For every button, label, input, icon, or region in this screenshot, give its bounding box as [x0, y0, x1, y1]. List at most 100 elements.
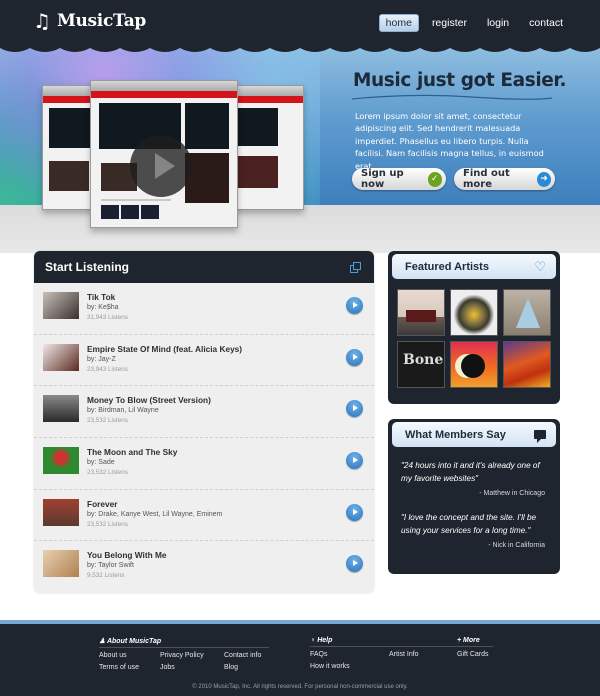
track-row[interactable]: Money To Blow (Street Version) by: Birdma…: [34, 386, 374, 439]
panel-header: Featured Artists ♡: [392, 254, 556, 279]
main-nav: home register login contact: [378, 14, 570, 32]
album-cover[interactable]: [397, 289, 445, 336]
testimonial-quote: "I love the concept and the site. I'll b…: [401, 513, 537, 535]
panel-title: Start Listening: [45, 260, 130, 274]
site-header: ♫ MusicTap home register login contact: [0, 0, 600, 50]
track-artist: by: Taylor Swift: [87, 562, 134, 570]
footer-link-faqs[interactable]: FAQs: [310, 650, 389, 659]
album-cover[interactable]: [450, 341, 498, 388]
hero-screenshots[interactable]: [42, 80, 304, 230]
music-note-icon: ♫: [33, 9, 51, 33]
play-icon[interactable]: [346, 503, 363, 521]
play-icon[interactable]: [346, 400, 363, 418]
copyright: © 2010 MusicTap, Inc. All rights reserve…: [192, 684, 408, 690]
track-listens: 31,943 Listens: [87, 314, 128, 321]
footer-link-contact[interactable]: Contact info: [224, 651, 269, 660]
artist-thumbnail: [43, 498, 79, 526]
footer-link-terms[interactable]: Terms of use: [99, 663, 160, 672]
track-title[interactable]: Tik Tok: [87, 292, 128, 303]
album-cover[interactable]: [450, 289, 498, 336]
logo-text: MusicTap: [56, 11, 147, 31]
popout-window-icon[interactable]: [350, 262, 361, 273]
track-row[interactable]: Forever by: Drake, Kanye West, Lil Wayne,…: [34, 490, 374, 542]
track-info: Empire State Of Mind (feat. Alicia Keys)…: [87, 344, 242, 375]
artist-thumbnail: [43, 447, 79, 475]
panel-header: Start Listening: [34, 251, 374, 283]
hero-description: Lorem ipsum dolor sit amet, consectetur …: [355, 111, 544, 171]
artist-thumbnail: [43, 550, 79, 578]
play-icon[interactable]: [346, 297, 363, 314]
hero-title: Music just got Easier.: [353, 70, 567, 91]
footer-link-blog[interactable]: Blog: [224, 663, 269, 672]
testimonial-author: - Nick in California: [488, 542, 545, 549]
track-title[interactable]: Money To Blow (Street Version): [87, 395, 211, 406]
nav-contact[interactable]: contact: [522, 14, 570, 32]
footer-link-jobs[interactable]: Jobs: [160, 663, 224, 672]
track-info: You Belong With Me by: Taylor Swift 9,532 …: [87, 550, 167, 581]
track-title[interactable]: Empire State Of Mind (feat. Alicia Keys): [87, 344, 242, 355]
album-cover[interactable]: [503, 289, 551, 336]
footer-help-column: ♀ Help FAQs Artist Info How it works: [310, 637, 458, 671]
track-artist: by: Birdman, Lil Wayne: [87, 407, 159, 415]
testimonials-panel: What Members Say "24 hours into it and i…: [388, 419, 560, 574]
featured-artists-panel: Featured Artists ♡: [388, 251, 560, 404]
track-listens: 23,532 Listens: [87, 469, 128, 477]
footer-link-gift-cards[interactable]: Gift Cards: [457, 650, 493, 659]
panel-title: Featured Artists: [405, 260, 489, 273]
track-title[interactable]: You Belong With Me: [87, 550, 167, 561]
heart-icon[interactable]: ♡: [534, 260, 546, 273]
track-title[interactable]: The Moon and The Sky: [87, 447, 177, 458]
wave-divider: [0, 44, 600, 52]
track-title[interactable]: Forever: [87, 499, 222, 510]
testimonial-quote: "24 hours into it and it's already one o…: [401, 461, 540, 483]
track-listens: 23,532 Listens: [87, 520, 128, 528]
track-row[interactable]: Empire State Of Mind (feat. Alicia Keys)…: [34, 335, 374, 387]
play-icon[interactable]: [346, 348, 363, 366]
album-cover[interactable]: [397, 341, 445, 388]
nav-register[interactable]: register: [425, 14, 474, 32]
track-listens: 23,943 Listens: [87, 365, 128, 373]
play-icon[interactable]: [346, 555, 363, 573]
check-icon: ✓: [427, 171, 442, 187]
artist-thumbnail: [43, 395, 79, 423]
artist-thumbnail: [43, 292, 79, 319]
track-row[interactable]: Tik Tok by: Ke$ha 31,943 Listens: [34, 283, 374, 335]
track-listens: 23,532 Listens: [87, 417, 128, 425]
panel-title: What Members Say: [405, 428, 506, 441]
sign-up-label: Sign up now: [361, 168, 404, 190]
footer-link-about-us[interactable]: About us: [99, 651, 160, 660]
track-info: Tik Tok by: Ke$ha 31,943 Listens: [87, 292, 128, 323]
sign-up-button[interactable]: Sign up now ✓: [352, 168, 446, 190]
play-icon[interactable]: [346, 452, 363, 470]
testimonial-author: - Matthew in Chicago: [479, 490, 545, 497]
album-grid: [397, 289, 551, 388]
album-cover[interactable]: [503, 341, 551, 388]
track-list: Tik Tok by: Ke$ha 31,943 Listens Empire Sta…: [34, 283, 374, 593]
panel-header: What Members Say: [392, 422, 556, 447]
track-row[interactable]: You Belong With Me by: Taylor Swift 9,532 …: [34, 541, 374, 593]
track-row[interactable]: The Moon and The Sky by: Sade 23,532 Liste…: [34, 438, 374, 490]
logo[interactable]: ♫ MusicTap: [33, 11, 146, 31]
footer-heading-about: ♟ About MusicTap: [99, 637, 269, 648]
video-play-icon[interactable]: [130, 135, 192, 197]
find-out-more-button[interactable]: Find out more ➜: [454, 168, 555, 190]
track-artist: by: Drake, Kanye West, Lil Wayne, Eminem: [87, 510, 223, 518]
nav-home[interactable]: home: [378, 14, 419, 32]
start-listening-panel: Start Listening Tik Tok by: Ke$ha 31,943 L…: [34, 251, 374, 593]
track-listens: 9,532 Listens: [87, 572, 125, 580]
track-info: Forever by: Drake, Kanye West, Lil Wayne,…: [87, 499, 222, 530]
footer-link-how-it-works[interactable]: How it works: [310, 662, 389, 671]
testimonial-list: "24 hours into it and it's already one o…: [401, 459, 551, 549]
nav-login[interactable]: login: [480, 14, 516, 32]
arrow-right-icon: ➜: [537, 171, 551, 187]
speech-bubble-icon: [534, 430, 546, 443]
track-info: Money To Blow (Street Version) by: Birdma…: [87, 395, 211, 426]
find-out-more-label: Find out more: [463, 168, 510, 190]
footer-heading-help: ♀ Help: [310, 637, 458, 647]
footer-link-privacy[interactable]: Privacy Policy: [160, 651, 224, 660]
footer-link-artist-info[interactable]: Artist Info: [389, 650, 449, 659]
footer-about-column: ♟ About MusicTap About us Privacy Policy…: [99, 637, 269, 672]
track-artist: by: Jay-Z: [87, 355, 116, 363]
site-footer: ♟ About MusicTap About us Privacy Policy…: [0, 620, 600, 696]
title-underline: [352, 94, 552, 100]
